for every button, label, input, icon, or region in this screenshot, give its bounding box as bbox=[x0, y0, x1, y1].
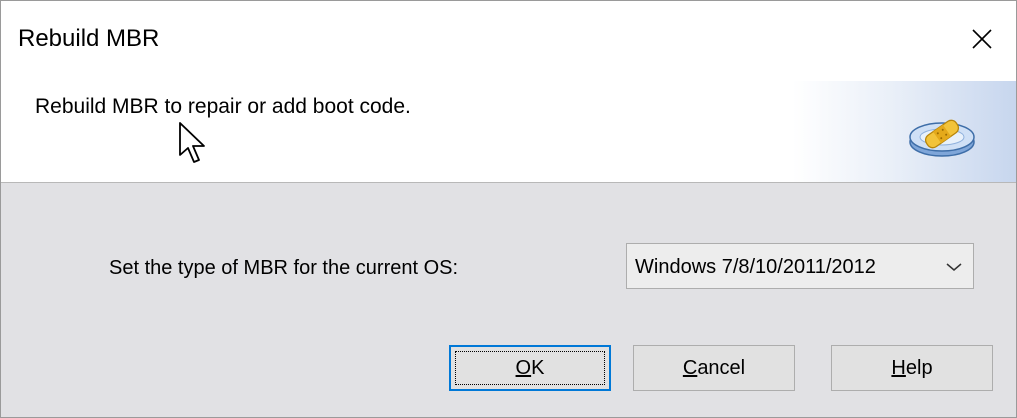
help-button-label: Help bbox=[891, 357, 932, 380]
help-label-rest: elp bbox=[905, 356, 933, 379]
dialog-content: Set the type of MBR for the current OS: … bbox=[1, 183, 1016, 417]
ok-button[interactable]: OK bbox=[449, 345, 611, 391]
focus-rectangle bbox=[455, 351, 605, 385]
help-button[interactable]: Help bbox=[831, 345, 993, 391]
rebuild-mbr-dialog: Rebuild MBR Rebuild MBR to repair or add… bbox=[0, 0, 1017, 418]
mbr-type-select[interactable]: Windows 7/8/10/2011/2012 bbox=[626, 243, 974, 289]
cancel-label-rest: ancel bbox=[697, 356, 746, 379]
header-description: Rebuild MBR to repair or add boot code. bbox=[35, 95, 411, 118]
chevron-down-icon bbox=[946, 263, 962, 271]
close-icon bbox=[972, 29, 992, 49]
help-mnemonic: H bbox=[891, 356, 906, 379]
close-button[interactable] bbox=[962, 19, 1002, 59]
disk-repair-icon bbox=[909, 119, 975, 157]
title-bar: Rebuild MBR bbox=[1, 1, 1016, 81]
cancel-button-label: Cancel bbox=[683, 357, 745, 380]
dialog-header: Rebuild MBR to repair or add boot code. bbox=[1, 81, 1016, 183]
mouse-pointer-icon bbox=[179, 122, 205, 163]
mbr-type-selected-value: Windows 7/8/10/2011/2012 bbox=[635, 256, 876, 278]
mbr-type-label: Set the type of MBR for the current OS: bbox=[109, 257, 459, 279]
cancel-button[interactable]: Cancel bbox=[633, 345, 795, 391]
dialog-title: Rebuild MBR bbox=[18, 25, 160, 52]
cancel-mnemonic: C bbox=[682, 356, 698, 379]
